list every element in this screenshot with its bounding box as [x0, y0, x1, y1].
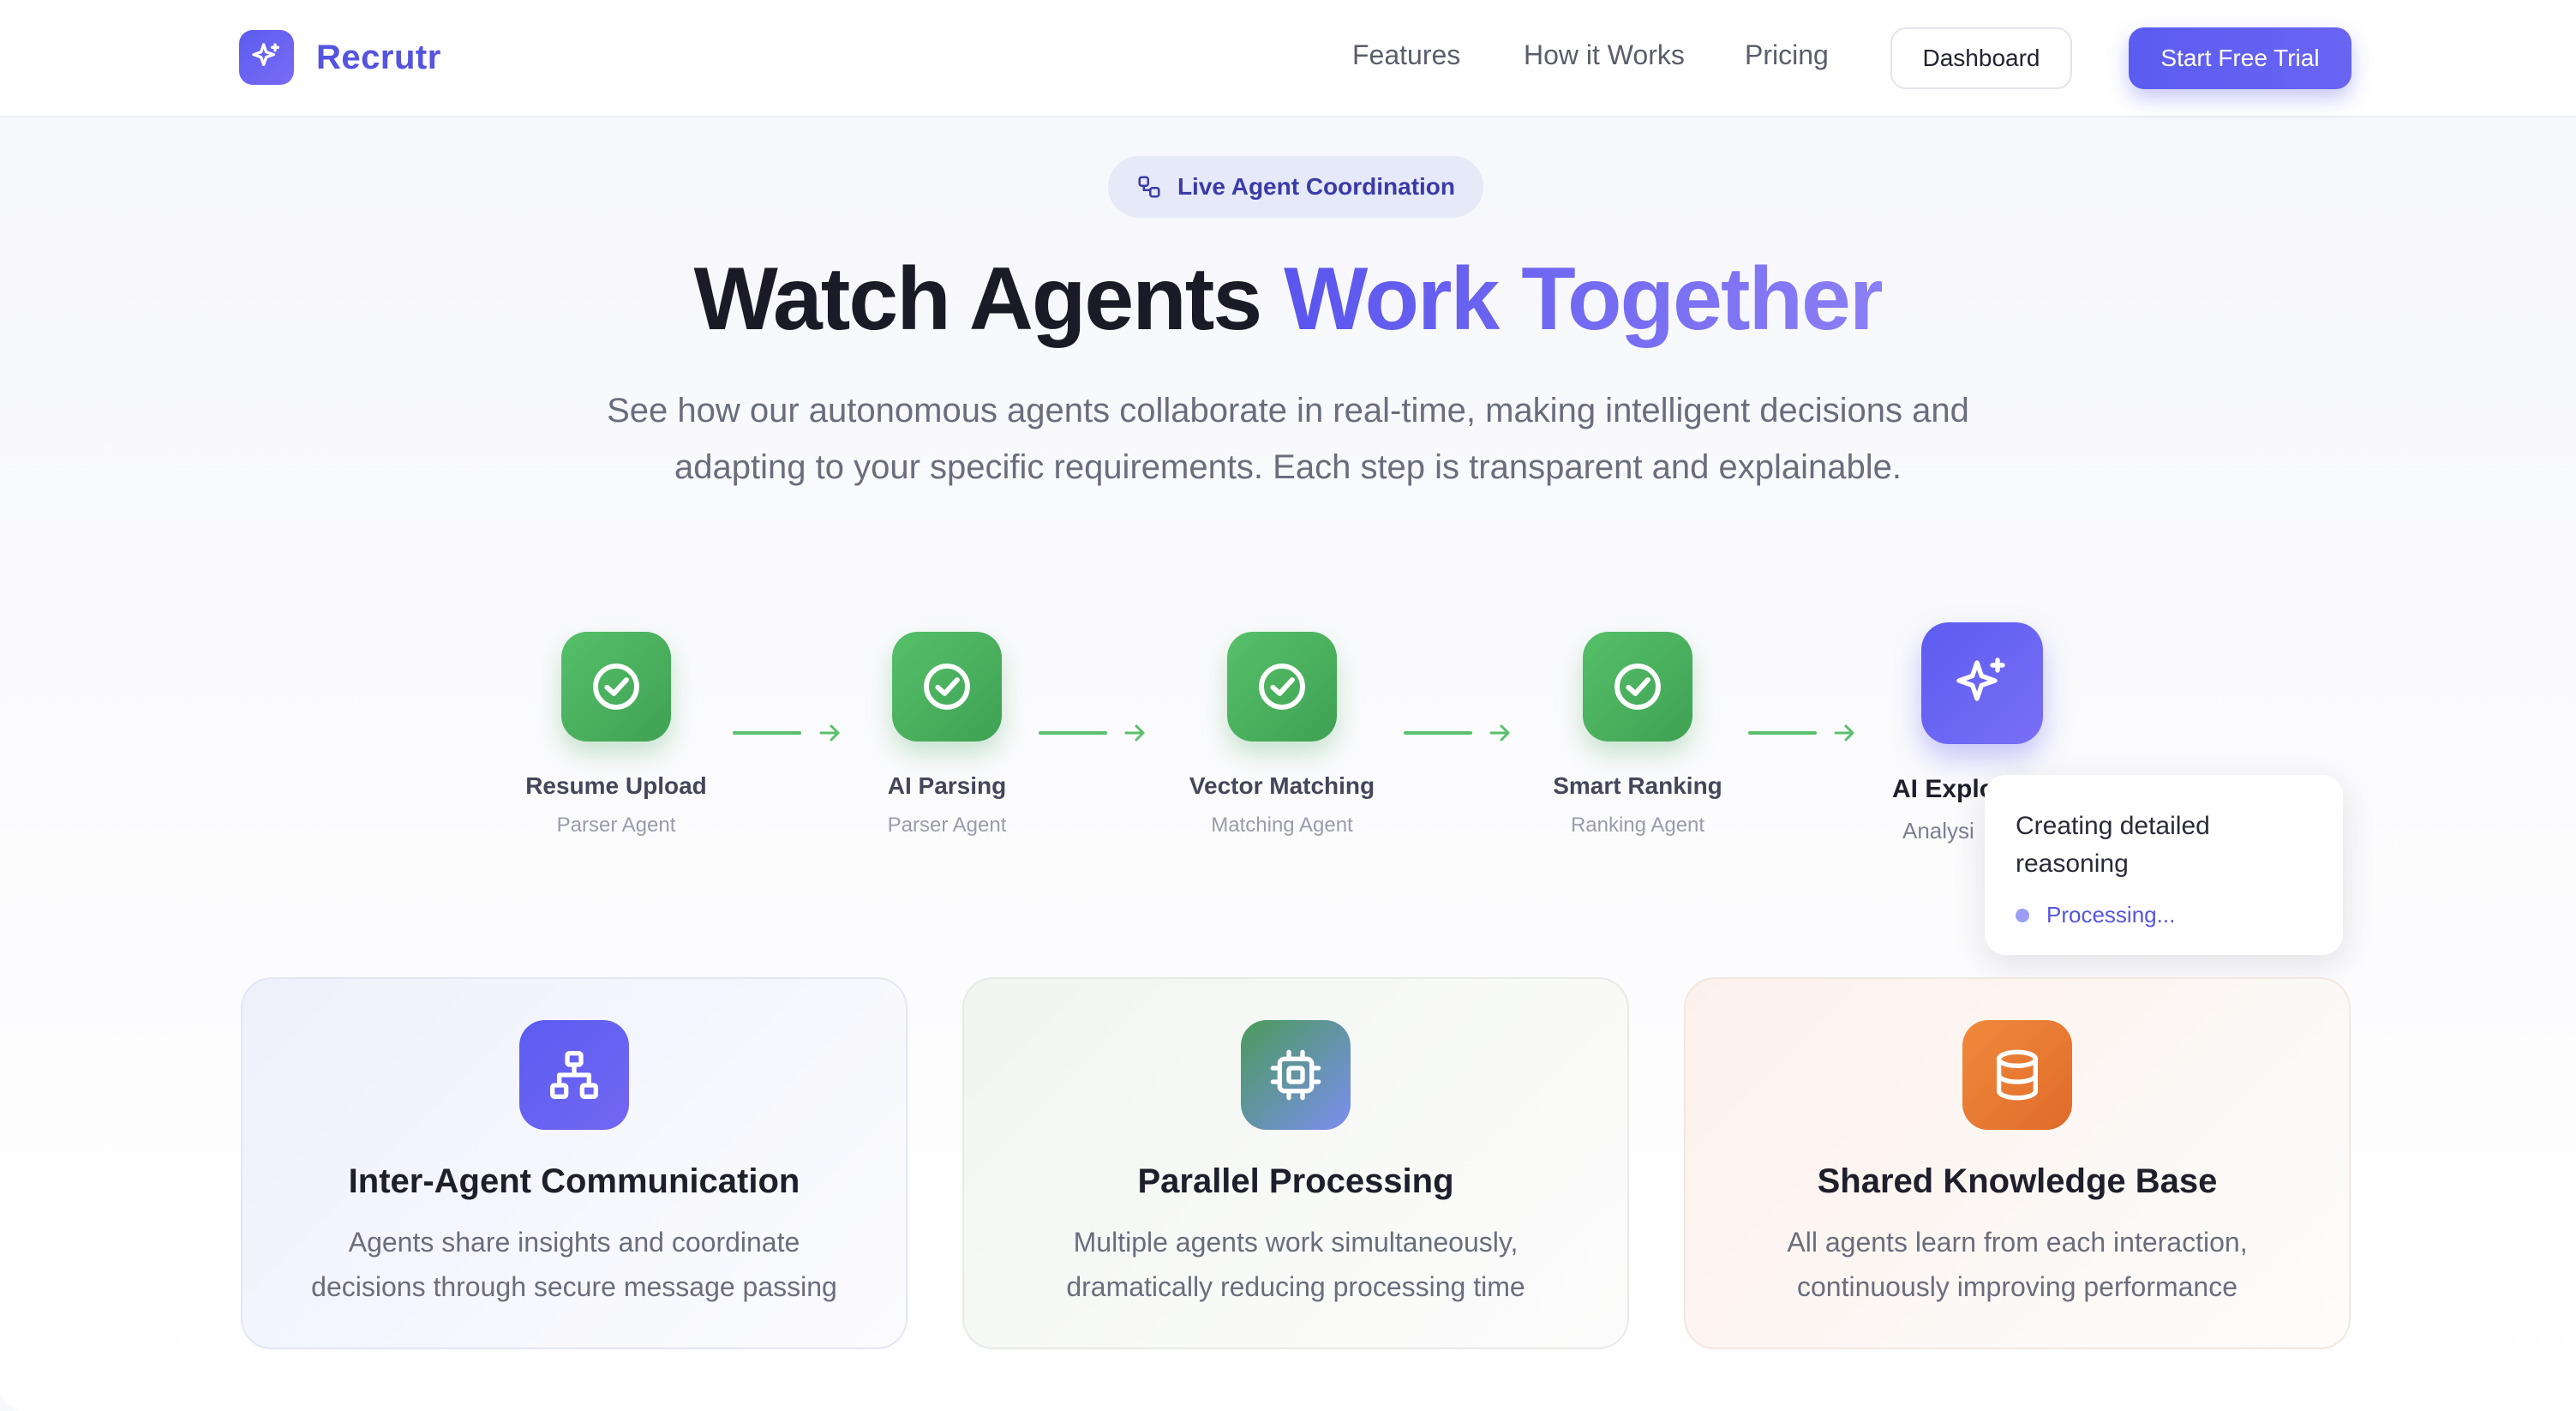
dashboard-button[interactable]: Dashboard — [1890, 27, 2072, 89]
status-text: Processing... — [2046, 902, 2176, 928]
step-title: AI Parsing — [887, 772, 1007, 799]
step-agent: Matching Agent — [1211, 814, 1353, 837]
card-description-line-2: dramatically reducing processing time — [1066, 1271, 1525, 1302]
brand-name: Recrutr — [316, 38, 441, 76]
step-title: Resume Upload — [525, 772, 707, 799]
check-circle-icon — [1583, 632, 1692, 742]
link-nodes-icon — [1138, 176, 1160, 198]
card-title: Inter-Agent Communication — [348, 1162, 800, 1200]
pipeline-step-resume-upload: Resume Upload Parser Agent — [479, 632, 753, 838]
step-agent: Parser Agent — [556, 814, 676, 837]
status-dot-icon — [2016, 908, 2029, 922]
step-agent: Ranking Agent — [1570, 814, 1705, 837]
nav-link-pricing[interactable]: Pricing — [1745, 39, 1829, 71]
tooltip-title-line-2: reasoning — [2016, 850, 2129, 878]
card-description: Multiple agents work simultaneously, dra… — [996, 1220, 1596, 1309]
pipeline-step-smart-ranking: Smart Ranking Ranking Agent — [1501, 632, 1775, 838]
subtitle-line-1: See how our autonomous agents collaborat… — [607, 392, 1969, 429]
brand-logo[interactable]: Recrutr — [239, 30, 441, 85]
check-circle-icon — [561, 632, 671, 742]
check-circle-icon — [1227, 632, 1337, 742]
feature-card-communication: Inter-Agent Communication Agents share i… — [241, 977, 908, 1349]
pipeline-step-ai-parsing: AI Parsing Parser Agent — [810, 632, 1084, 838]
pipeline-step-vector-matching: Vector Matching Matching Agent — [1145, 632, 1419, 838]
connector-line — [733, 731, 801, 735]
card-description-line-2: decisions through secure message passing — [311, 1271, 837, 1302]
page: Recrutr Features How it Works Pricing Da… — [0, 0, 2576, 1411]
card-title: Shared Knowledge Base — [1817, 1162, 2218, 1200]
nav-link-features[interactable]: Features — [1352, 39, 1460, 71]
badge-label: Live Agent Coordination — [1177, 173, 1456, 200]
feature-card-knowledge-base: Shared Knowledge Base All agents learn f… — [1684, 977, 2351, 1349]
page-title: Watch Agents Work Together — [0, 249, 2576, 351]
feature-card-parallel: Parallel Processing Multiple agents work… — [962, 977, 1629, 1349]
headline-plain: Watch Agents — [693, 249, 1285, 349]
hero-subtitle: See how our autonomous agents collaborat… — [517, 382, 2059, 495]
check-circle-icon — [892, 632, 1002, 742]
step-title: Vector Matching — [1189, 772, 1375, 799]
connector-line — [1039, 731, 1107, 735]
headline-accent: Work Together — [1284, 249, 1884, 349]
database-icon — [1962, 1020, 2072, 1130]
nav-link-how-it-works[interactable]: How it Works — [1524, 39, 1685, 71]
card-description-line-1: Agents share insights and coordinate — [348, 1227, 800, 1258]
step-title: Smart Ranking — [1553, 772, 1722, 799]
top-nav: Recrutr Features How it Works Pricing Da… — [0, 0, 2576, 117]
live-coordination-badge: Live Agent Coordination — [1108, 156, 1483, 218]
sparkle-icon — [1921, 622, 2043, 744]
card-description: Agents share insights and coordinate dec… — [274, 1220, 874, 1309]
subtitle-line-2: adapting to your specific requirements. … — [674, 448, 1902, 486]
connector-line — [1404, 731, 1472, 735]
step-agent: Parser Agent — [887, 814, 1007, 837]
agent-status-tooltip: Creating detailed reasoning Processing..… — [1985, 775, 2343, 955]
card-description-line-1: All agents learn from each interaction, — [1787, 1227, 2248, 1258]
card-description-line-2: continuously improving performance — [1796, 1271, 2238, 1302]
connector-line — [1748, 731, 1817, 735]
card-description-line-1: Multiple agents work simultaneously, — [1073, 1227, 1519, 1258]
processing-status: Processing... — [2016, 902, 2312, 928]
card-title: Parallel Processing — [1137, 1162, 1454, 1200]
start-free-trial-button[interactable]: Start Free Trial — [2129, 27, 2351, 89]
card-description: All agents learn from each interaction, … — [1717, 1220, 2317, 1309]
sparkle-icon — [239, 30, 294, 85]
tooltip-title-line-1: Creating detailed — [2016, 812, 2210, 840]
network-icon — [519, 1020, 629, 1130]
cpu-icon — [1241, 1020, 1351, 1130]
